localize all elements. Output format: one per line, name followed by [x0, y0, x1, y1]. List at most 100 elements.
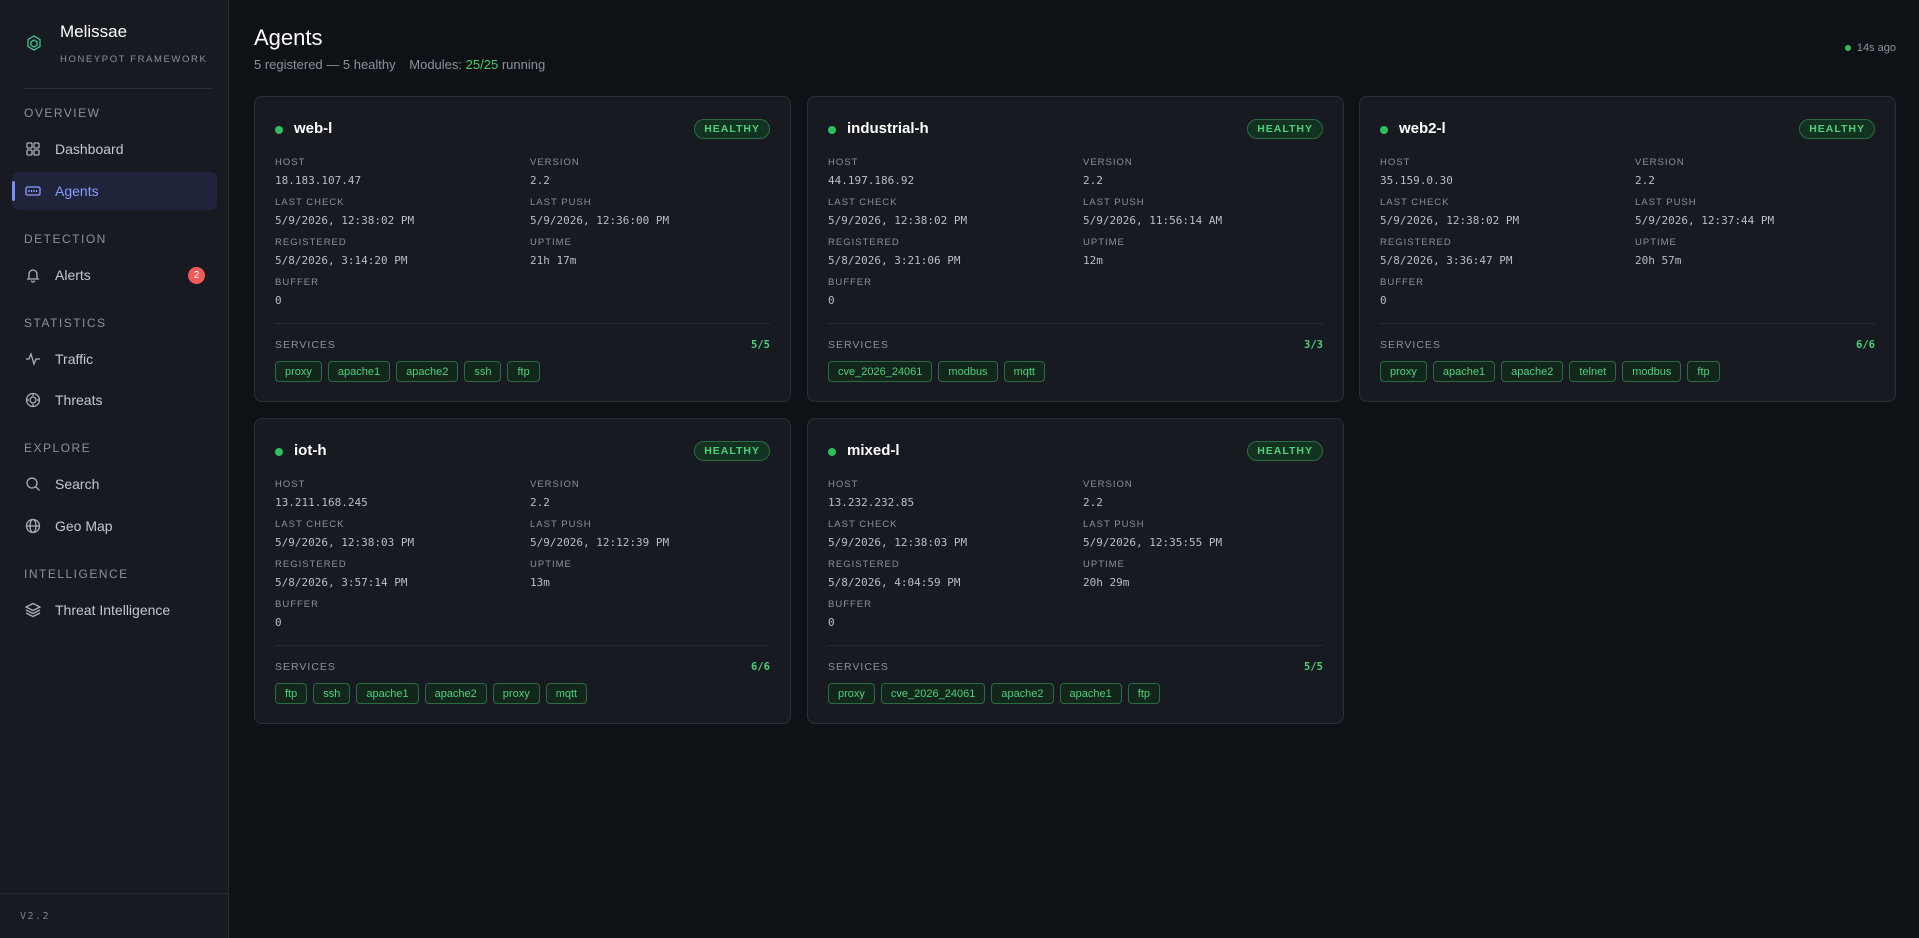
field-label: REGISTERED — [275, 237, 347, 248]
agent-card[interactable]: web-l HEALTHY HOST 18.183.107.47 VERSION… — [254, 96, 791, 402]
agent-card-header: web2-l HEALTHY — [1380, 119, 1875, 141]
service-tag[interactable]: apache2 — [1501, 361, 1564, 382]
service-tag[interactable]: apache2 — [991, 683, 1054, 704]
last-check-field: LAST CHECK 5/9/2026, 12:38:03 PM — [275, 519, 414, 549]
agent-card-header: industrial-h HEALTHY — [828, 119, 1323, 141]
field-label: HOST — [275, 157, 306, 168]
service-tag[interactable]: ftp — [275, 683, 308, 704]
service-tag[interactable]: apache2 — [424, 683, 487, 704]
service-tag[interactable]: mqtt — [545, 683, 588, 704]
sidebar-item-threat-intelligence[interactable]: Threat Intelligence — [12, 591, 217, 629]
honeycomb-logo-icon — [26, 35, 42, 51]
services-label: SERVICES — [1380, 339, 1441, 351]
service-tag[interactable]: apache2 — [396, 361, 459, 382]
uptime-field: UPTIME 13m — [530, 559, 572, 589]
sidebar-item-agents[interactable]: Agents — [12, 172, 217, 210]
target-icon — [25, 392, 41, 408]
last-push-value: 5/9/2026, 11:56:14 AM — [1083, 214, 1223, 227]
status-badge: HEALTHY — [1247, 119, 1323, 139]
field-label: REGISTERED — [275, 559, 347, 570]
last-check-field: LAST CHECK 5/9/2026, 12:38:02 PM — [1380, 197, 1519, 227]
service-tag[interactable]: ftp — [1127, 683, 1160, 704]
field-label: LAST PUSH — [1083, 519, 1145, 530]
bell-icon — [25, 267, 41, 283]
version-value: 2.2 — [530, 174, 550, 187]
sidebar-item-traffic[interactable]: Traffic — [12, 340, 217, 378]
service-tag[interactable]: proxy — [828, 683, 875, 704]
service-tag[interactable]: proxy — [1380, 361, 1427, 382]
sidebar-item-dashboard[interactable]: Dashboard — [12, 130, 217, 168]
agent-card[interactable]: iot-h HEALTHY HOST 13.211.168.245 VERSIO… — [254, 418, 791, 724]
sidebar-item-label: Alerts — [55, 267, 91, 283]
last-check-value: 5/9/2026, 12:38:03 PM — [275, 536, 415, 549]
service-tag[interactable]: ssh — [313, 683, 351, 704]
app-version: V2.2 — [20, 911, 51, 922]
version-value: 2.2 — [530, 496, 550, 509]
status-badge: HEALTHY — [1247, 441, 1323, 461]
agent-card[interactable]: mixed-l HEALTHY HOST 13.232.232.85 VERSI… — [807, 418, 1344, 724]
agent-name: web2-l — [1399, 120, 1446, 137]
sidebar-item-label: Threat Intelligence — [55, 602, 171, 618]
agent-card[interactable]: web2-l HEALTHY HOST 35.159.0.30 VERSION … — [1359, 96, 1896, 402]
brand[interactable]: Melissae HONEYPOT FRAMEWORK — [24, 20, 212, 70]
last-push-field: LAST PUSH 5/9/2026, 12:35:55 PM — [1083, 519, 1222, 549]
registered-value: 5/8/2026, 4:04:59 PM — [828, 576, 961, 589]
service-tag[interactable]: telnet — [1569, 361, 1617, 382]
last-check-value: 5/9/2026, 12:38:02 PM — [1380, 214, 1520, 227]
service-tag[interactable]: proxy — [275, 361, 322, 382]
page-title: Agents — [254, 25, 323, 50]
field-label: UPTIME — [530, 559, 572, 570]
service-tag[interactable]: ftp — [507, 361, 540, 382]
service-tag[interactable]: cve_2026_24061 — [828, 361, 933, 382]
buffer-value: 0 — [1380, 294, 1387, 307]
services-count: 6/6 — [1856, 339, 1875, 351]
status-dot — [828, 448, 836, 456]
services-count: 3/3 — [1304, 339, 1323, 351]
service-tag[interactable]: apache1 — [1059, 683, 1122, 704]
field-label: HOST — [828, 479, 859, 490]
buffer-field: BUFFER 0 — [828, 599, 872, 629]
uptime-value: 13m — [530, 576, 550, 589]
registered-value: 5/8/2026, 3:36:47 PM — [1380, 254, 1513, 267]
sidebar-item-label: Dashboard — [55, 141, 124, 157]
host-value: 44.197.186.92 — [828, 174, 915, 187]
field-label: BUFFER — [828, 277, 872, 288]
version-value: 2.2 — [1083, 174, 1103, 187]
field-label: BUFFER — [828, 599, 872, 610]
registered-field: REGISTERED 5/8/2026, 3:14:20 PM — [275, 237, 407, 267]
activity-icon — [25, 351, 41, 367]
field-label: LAST CHECK — [275, 197, 345, 208]
service-tag[interactable]: ssh — [464, 361, 502, 382]
service-tag[interactable]: apache1 — [327, 361, 391, 382]
agent-card[interactable]: industrial-h HEALTHY HOST 44.197.186.92 … — [807, 96, 1344, 402]
services-count: 5/5 — [1304, 661, 1323, 673]
sidebar-item-search[interactable]: Search — [12, 465, 217, 503]
service-tag[interactable]: apache1 — [1432, 361, 1496, 382]
last-push-field: LAST PUSH 5/9/2026, 11:56:14 AM — [1083, 197, 1222, 227]
host-value: 13.211.168.245 — [275, 496, 368, 509]
sidebar-item-threats[interactable]: Threats — [12, 381, 217, 419]
status-badge: HEALTHY — [1799, 119, 1875, 139]
nav-section-explore: EXPLORE — [24, 441, 92, 455]
field-label: VERSION — [530, 157, 580, 168]
registered-value: 5/8/2026, 3:57:14 PM — [275, 576, 408, 589]
service-tag[interactable]: ftp — [1687, 361, 1720, 382]
field-label: UPTIME — [530, 237, 572, 248]
field-label: UPTIME — [1083, 559, 1125, 570]
field-label: LAST PUSH — [530, 197, 592, 208]
sidebar-item-alerts[interactable]: Alerts 2 — [12, 256, 217, 294]
brand-subtitle: HONEYPOT FRAMEWORK — [60, 54, 208, 65]
sidebar-item-geo-map[interactable]: Geo Map — [12, 507, 217, 545]
service-tag[interactable]: apache1 — [356, 683, 419, 704]
last-updated-text: 14s ago — [1856, 42, 1896, 54]
service-tag[interactable]: mqtt — [1003, 361, 1045, 382]
service-tag[interactable]: modbus — [1622, 361, 1682, 382]
service-tag[interactable]: cve_2026_24061 — [880, 683, 986, 704]
field-label: LAST CHECK — [1380, 197, 1450, 208]
status-dot — [1380, 126, 1388, 134]
service-tag[interactable]: proxy — [492, 683, 540, 704]
last-check-field: LAST CHECK 5/9/2026, 12:38:02 PM — [275, 197, 414, 227]
service-tag[interactable]: modbus — [938, 361, 998, 382]
globe-icon — [25, 518, 41, 534]
uptime-field: UPTIME 20h 29m — [1083, 559, 1129, 589]
